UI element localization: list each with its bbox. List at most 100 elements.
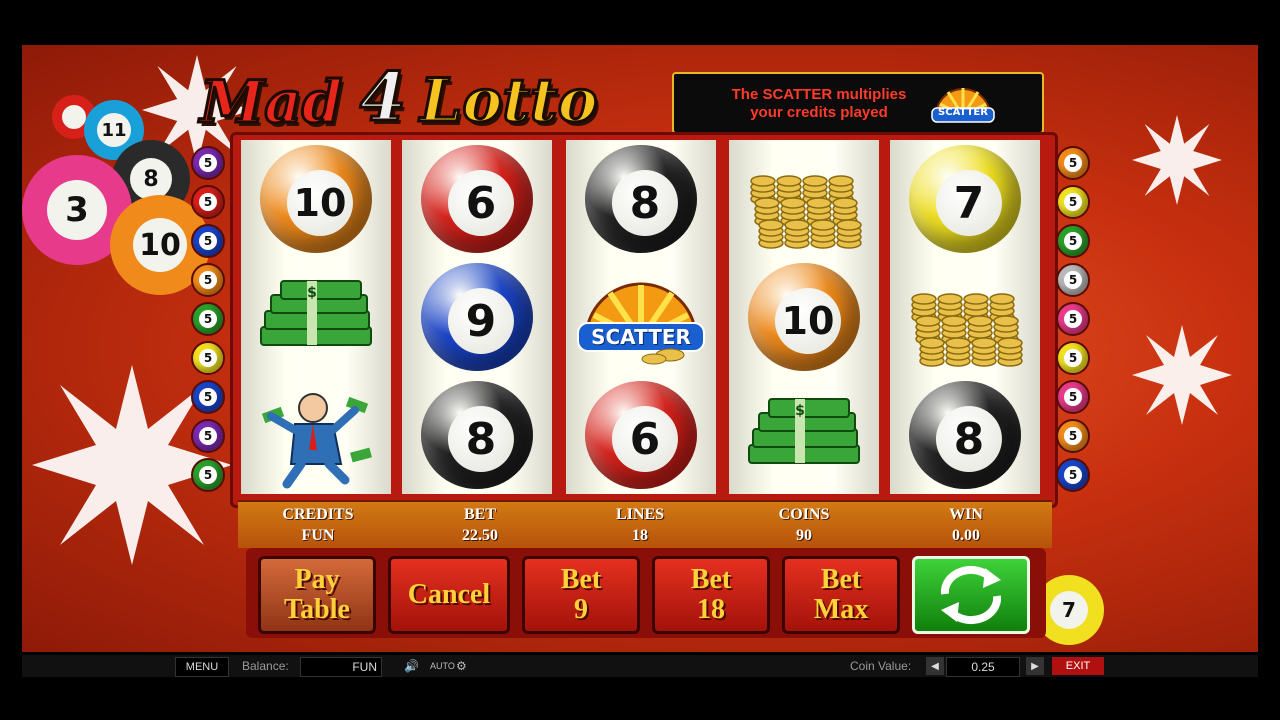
scatter-icon-label: SCATTER: [938, 107, 988, 118]
logo-word-mad: Mad: [198, 67, 343, 138]
coin-value-decrease-button[interactable]: ◀: [926, 657, 944, 675]
payline-marker-number: 5: [1064, 271, 1082, 289]
payline-marker[interactable]: 5: [191, 458, 225, 492]
balance-label: Balance:: [242, 659, 289, 673]
win-label: WIN: [949, 506, 983, 523]
coin-value-field: 0.25: [946, 657, 1020, 677]
payline-marker[interactable]: 5: [1056, 263, 1090, 297]
lotto-ball-symbol: 6: [402, 140, 552, 258]
lotto-ball-orange: 10: [260, 145, 372, 253]
bet-18-line1: Bet: [690, 564, 732, 595]
payline-marker[interactable]: 5: [191, 263, 225, 297]
reel-4: 10 $: [729, 140, 879, 494]
payline-marker[interactable]: 5: [191, 380, 225, 414]
exit-button[interactable]: EXIT: [1052, 657, 1104, 675]
payline-marker[interactable]: 5: [191, 341, 225, 375]
lotto-ball-symbol: 10: [729, 258, 879, 376]
payline-marker[interactable]: 5: [191, 224, 225, 258]
payline-marker-number: 5: [199, 232, 217, 250]
cancel-button[interactable]: Cancel: [388, 556, 510, 634]
lotto-ball-blue: 9: [421, 263, 533, 371]
cash-stack-icon: $: [241, 258, 391, 376]
payline-marker[interactable]: 5: [1056, 341, 1090, 375]
lotto-ball-black: 8: [909, 381, 1021, 489]
reel-1: 10 $: [241, 140, 391, 494]
bet-18-button[interactable]: Bet 18: [652, 556, 770, 634]
coins-value: 90: [796, 527, 812, 544]
lines-stat: LINES 18: [570, 504, 710, 546]
payline-marker-number: 5: [199, 154, 217, 172]
coins-label: COINS: [778, 506, 830, 523]
payline-marker-number: 5: [1064, 310, 1082, 328]
payline-marker-number: 5: [1064, 388, 1082, 406]
payline-marker[interactable]: 5: [1056, 458, 1090, 492]
reel-3: 8 SCATTER 6: [566, 140, 716, 494]
lotto-ball-symbol: 8: [890, 376, 1040, 494]
scatter-message-line1: The SCATTER multiplies: [731, 86, 907, 103]
payline-marker[interactable]: 5: [191, 302, 225, 336]
payline-marker[interactable]: 5: [191, 185, 225, 219]
coins-stat: COINS 90: [734, 504, 874, 546]
payline-marker-number: 5: [1064, 193, 1082, 211]
scatter-message: The SCATTER multiplies your credits play…: [714, 86, 924, 122]
scatter-icon: SCATTER: [928, 76, 998, 128]
pay-table-line2: Table: [284, 594, 350, 625]
sound-icon[interactable]: 🔊: [404, 655, 419, 677]
lotto-ball-symbol: 8: [402, 376, 552, 494]
payline-marker[interactable]: 5: [1056, 185, 1090, 219]
payline-marker-number: 5: [199, 193, 217, 211]
bet-value: 22.50: [462, 527, 498, 544]
payline-marker[interactable]: 5: [1056, 302, 1090, 336]
scatter-message-line2: your credits played: [750, 104, 888, 121]
lotto-ball-orange: 10: [748, 263, 860, 371]
payline-marker[interactable]: 5: [191, 146, 225, 180]
cancel-label: Cancel: [407, 579, 491, 610]
ball-number: 10: [286, 170, 353, 237]
coin-value-increase-button[interactable]: ▶: [1026, 657, 1044, 675]
coin-value-label: Coin Value:: [850, 659, 912, 673]
quick-spin-icon[interactable]: ⚙: [456, 655, 467, 677]
bet-9-line1: Bet: [560, 564, 602, 595]
menu-button[interactable]: MENU: [175, 657, 229, 677]
payline-marker[interactable]: 5: [1056, 380, 1090, 414]
bet-18-line2: 18: [697, 594, 725, 625]
starburst-decoration: [1132, 115, 1222, 205]
ball-number: 10: [774, 288, 841, 355]
svg-text:$: $: [307, 285, 317, 301]
pay-table-line1: Pay: [294, 564, 340, 595]
bet-9-button[interactable]: Bet 9: [522, 556, 640, 634]
bet-max-line1: Bet: [820, 564, 862, 595]
lotto-ball-symbol: 6: [566, 376, 716, 494]
ball-number: 7: [935, 170, 1002, 237]
reel-5: 78: [890, 140, 1040, 494]
ball-number: 8: [611, 170, 678, 237]
scatter-message-panel: The SCATTER multiplies your credits play…: [672, 72, 1044, 134]
payline-marker-number: 5: [199, 388, 217, 406]
lotto-ball-symbol: 8: [566, 140, 716, 258]
payline-marker-number: 5: [1064, 154, 1082, 172]
payline-marker[interactable]: 5: [1056, 419, 1090, 453]
ball-number: 8: [447, 406, 514, 473]
lotto-ball-red: 6: [585, 381, 697, 489]
lotto-ball-symbol: 7: [890, 140, 1040, 258]
credits-label: CREDITS: [282, 506, 354, 523]
scatter-label: SCATTER: [591, 325, 691, 349]
payline-marker[interactable]: 5: [191, 419, 225, 453]
coin-stack-icon: [890, 258, 1040, 376]
lotto-ball-symbol: 9: [402, 258, 552, 376]
auto-button[interactable]: AUTO: [430, 655, 455, 677]
lotto-ball-symbol: 10: [241, 140, 391, 258]
starburst-decoration: [1132, 325, 1232, 425]
win-value: 0.00: [952, 527, 980, 544]
credits-stat: CREDITS FUN: [248, 504, 388, 546]
bet-max-line2: Max: [813, 594, 869, 625]
pay-table-button[interactable]: Pay Table: [258, 556, 376, 634]
ball-number: 6: [447, 170, 514, 237]
payline-marker-number: 5: [199, 349, 217, 367]
payline-marker[interactable]: 5: [1056, 224, 1090, 258]
bet-max-button[interactable]: Bet Max: [782, 556, 900, 634]
payline-marker-number: 5: [1064, 349, 1082, 367]
spin-button[interactable]: [912, 556, 1030, 634]
payline-marker[interactable]: 5: [1056, 146, 1090, 180]
ball-number: 8: [935, 406, 1002, 473]
